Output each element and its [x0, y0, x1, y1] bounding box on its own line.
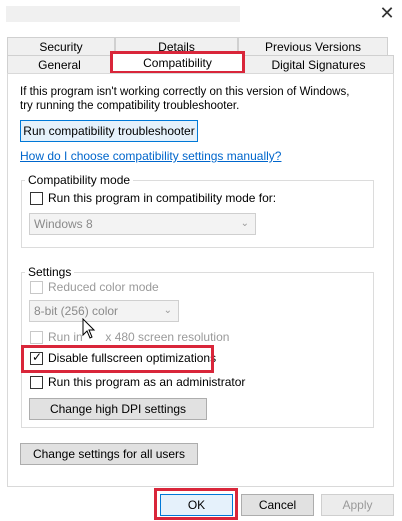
run-troubleshooter-button[interactable]: Run compatibility troubleshooter: [20, 120, 198, 142]
chevron-down-icon: ⌄: [163, 305, 172, 316]
highlight-disable-fullscreen: [21, 345, 214, 373]
change-high-dpi-button[interactable]: Change high DPI settings: [29, 398, 207, 420]
tab-previous-versions[interactable]: Previous Versions: [238, 37, 388, 55]
run-as-admin-checkbox[interactable]: [30, 376, 43, 389]
intro-line-2: try running the compatibility troublesho…: [20, 100, 240, 112]
tab-security[interactable]: Security: [7, 37, 115, 55]
compat-os-select[interactable]: Windows 8 ⌄: [29, 213, 256, 235]
cancel-button[interactable]: Cancel: [241, 494, 314, 516]
manual-settings-link[interactable]: How do I choose compatibility settings m…: [20, 149, 281, 163]
reduced-color-label: Reduced color mode: [48, 280, 159, 294]
intro-line-1: If this program isn't working correctly …: [20, 86, 350, 98]
tab-digital-signatures[interactable]: Digital Signatures: [243, 55, 394, 73]
apply-button[interactable]: Apply: [321, 494, 394, 516]
highlight-ok-button: [154, 488, 238, 520]
mouse-cursor-icon: [82, 318, 96, 339]
close-button[interactable]: ✕: [376, 2, 398, 24]
window-title: [6, 6, 240, 22]
low-resolution-label: Run in x 480 screen resolution: [48, 330, 230, 344]
compat-mode-label: Compatibility mode: [25, 173, 134, 187]
change-all-users-button[interactable]: Change settings for all users: [20, 443, 198, 465]
low-resolution-checkbox[interactable]: [30, 331, 43, 344]
highlight-compatibility-tab: [110, 51, 245, 74]
compat-mode-checkbox-label: Run this program in compatibility mode f…: [48, 191, 277, 205]
compat-mode-checkbox[interactable]: [30, 192, 43, 205]
chevron-down-icon: ⌄: [240, 218, 249, 229]
color-depth-value: 8-bit (256) color: [34, 304, 119, 318]
color-depth-select[interactable]: 8-bit (256) color ⌄: [29, 300, 179, 322]
compat-os-value: Windows 8: [34, 217, 93, 231]
settings-label: Settings: [25, 265, 75, 279]
run-as-admin-label: Run this program as an administrator: [48, 375, 246, 389]
reduced-color-checkbox[interactable]: [30, 281, 43, 294]
tab-general[interactable]: General: [7, 55, 112, 73]
